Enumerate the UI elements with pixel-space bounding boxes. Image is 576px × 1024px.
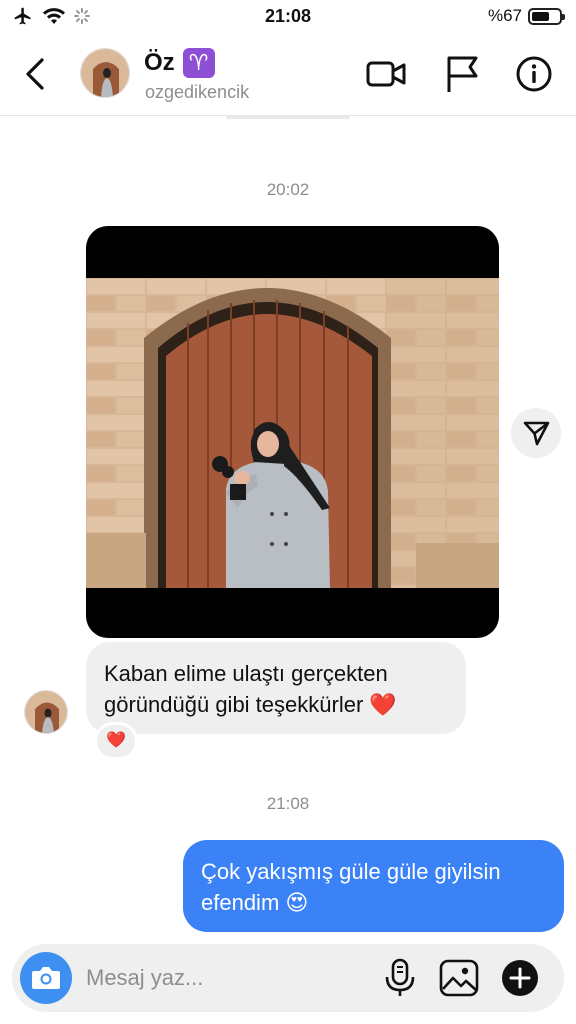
battery-percent: %67 [487, 6, 522, 25]
sent-message-bubble[interactable]: Çok yakışmış güle güle giyilsin efendim … [183, 840, 564, 932]
report-button[interactable] [442, 54, 482, 94]
camera-button[interactable] [20, 952, 72, 1004]
heart-reaction[interactable]: ❤️ [94, 722, 138, 760]
share-button[interactable] [511, 408, 561, 458]
video-camera-icon [366, 61, 406, 87]
battery-icon [528, 7, 565, 25]
battery-fill [532, 11, 550, 21]
aries-emoji-icon: ♈ [182, 48, 215, 78]
photo-message[interactable] [86, 226, 499, 638]
info-icon [516, 56, 552, 92]
timestamp: 21:08 [266, 794, 310, 813]
image-gallery-icon [439, 959, 479, 997]
chevron-left-icon [26, 58, 44, 90]
status-bar: 21:08 %67 [0, 0, 576, 32]
message-composer [12, 944, 564, 1012]
sender-avatar[interactable] [24, 690, 68, 734]
voice-message-button[interactable] [382, 958, 418, 998]
send-icon [523, 421, 550, 446]
pull-indicator [226, 116, 350, 119]
status-right: %67 [487, 6, 565, 26]
chat-header: Öz ♈ ozgedikencik [0, 32, 576, 116]
gallery-button[interactable] [438, 958, 480, 998]
info-button[interactable] [514, 54, 554, 94]
camera-icon [32, 967, 60, 989]
video-call-button[interactable] [366, 54, 406, 94]
microphone-icon [385, 958, 415, 996]
contact-name-text: Öz [144, 49, 175, 76]
contact-avatar[interactable] [80, 48, 130, 98]
more-options-button[interactable] [500, 958, 540, 998]
photo-image [86, 278, 499, 588]
message-input[interactable] [86, 958, 366, 998]
plus-icon [502, 960, 538, 996]
received-message-bubble[interactable]: Kaban elime ulaştı gerçekten göründüğü g… [86, 642, 466, 734]
contact-name[interactable]: Öz ♈ [144, 48, 215, 78]
contact-username[interactable]: ozgedikencik [145, 82, 249, 103]
timestamp: 20:02 [266, 180, 310, 199]
flag-icon [447, 56, 478, 92]
back-button[interactable] [18, 54, 54, 94]
